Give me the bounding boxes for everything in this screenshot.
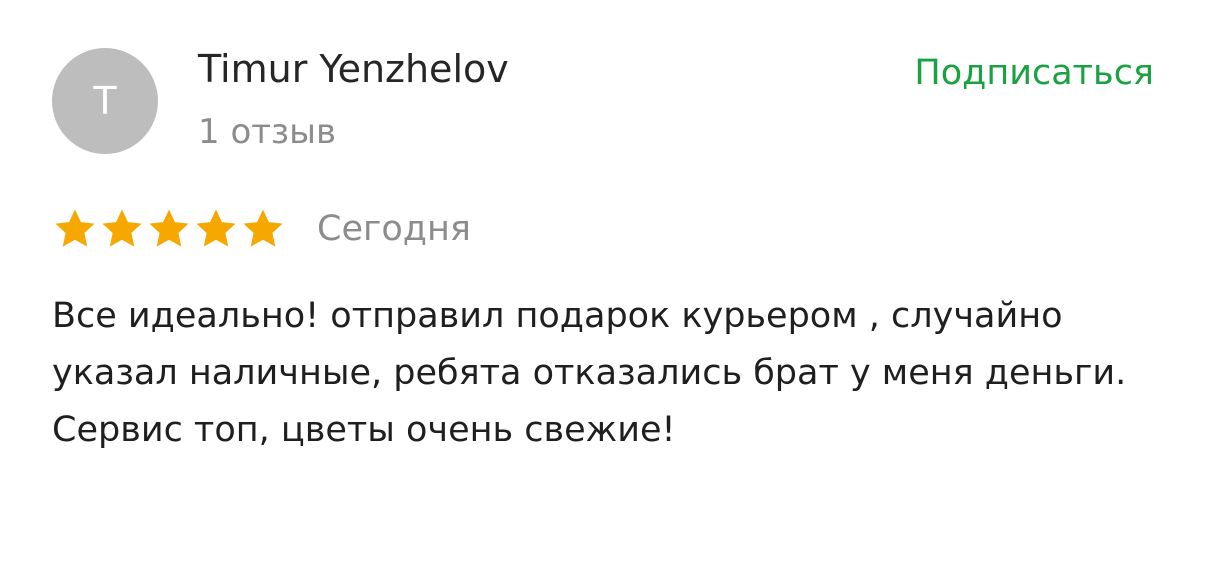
review-date: Сегодня (317, 209, 471, 249)
author-name[interactable]: Timur Yenzhelov (198, 46, 509, 92)
star-icon (243, 209, 283, 247)
subscribe-button[interactable]: Подписаться (914, 50, 1154, 96)
star-icon (102, 209, 142, 247)
review-count: 1 отзыв (198, 112, 337, 152)
avatar-initial: T (93, 79, 117, 123)
rating-stars (52, 206, 287, 252)
avatar[interactable]: T (52, 48, 158, 154)
rating-row: Сегодня (52, 200, 471, 258)
star-icon (149, 209, 189, 247)
review-card: T Timur Yenzhelov 1 отзыв Подписаться Се… (0, 0, 1212, 566)
star-icon (55, 209, 95, 247)
star-icon (196, 209, 236, 247)
review-text: Все идеально! отправил подарок курьером … (52, 296, 1127, 450)
